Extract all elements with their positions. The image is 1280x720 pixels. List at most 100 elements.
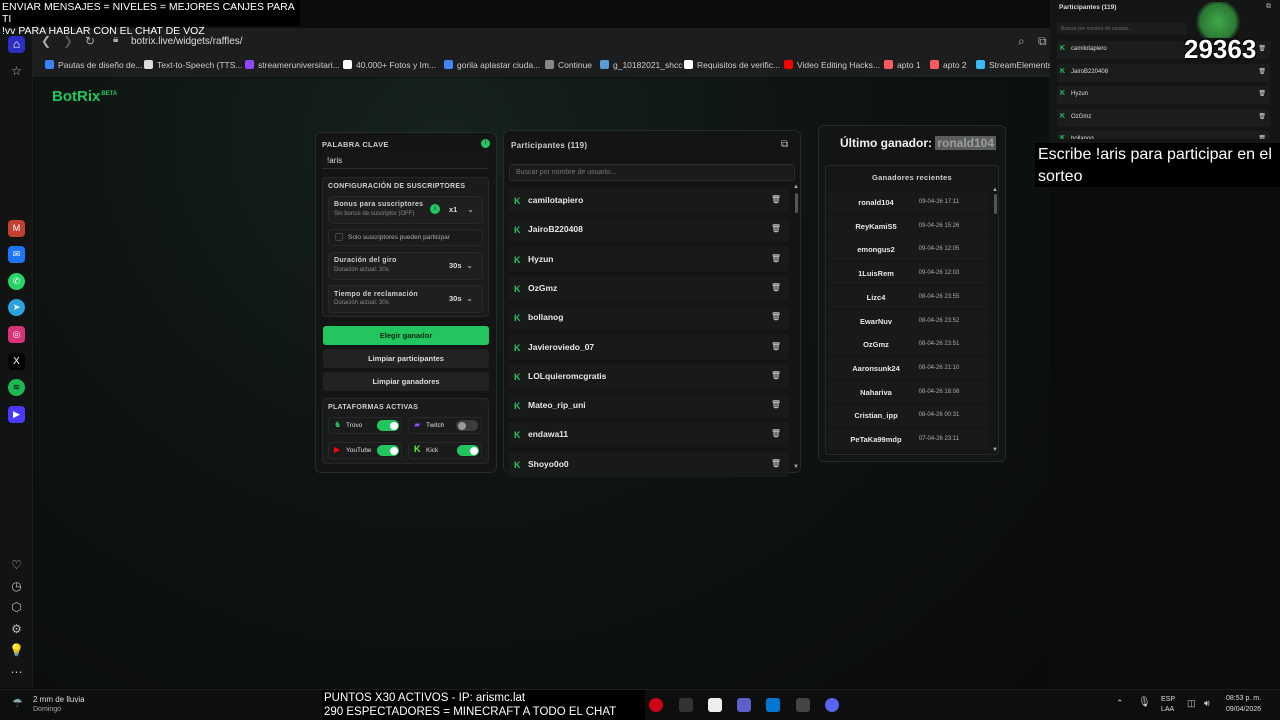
home-icon[interactable]: ⌂ [8,36,25,53]
network-icon[interactable]: ◫ [1187,698,1196,709]
teams-icon[interactable] [737,698,751,712]
winner-name: OzGmz [863,340,889,350]
rain-cloud-icon[interactable]: ☂ [12,696,23,710]
kick-toggle[interactable] [457,445,479,456]
bonus-select[interactable]: x1 ⌄ [445,203,477,216]
spin-select[interactable]: 30s ⌄ [445,259,477,272]
search-icon[interactable]: ⌕ [1018,34,1025,49]
winner-date: 08-04-26 18:08 [918,388,960,395]
bookmark-item[interactable]: Requisitos de verific... [684,60,780,70]
participant-row[interactable]: Kbollanog 🗑︎ [508,305,789,331]
more-icon[interactable]: ⋯ [8,664,25,681]
trash-icon[interactable]: 🗑︎ [771,283,781,292]
bonus-info-icon[interactable]: i [430,204,440,214]
spotify-icon[interactable]: ≋ [8,379,25,396]
trash-icon[interactable]: 🗑︎ [771,342,781,351]
bookmark-item[interactable]: gorila aplastar ciuda... [444,60,540,70]
bookmark-item[interactable]: Text-to-Speech (TTS... [144,60,243,70]
trash-icon[interactable]: 🗑︎ [771,195,781,204]
participant-row[interactable]: Kendawa11 🗑︎ [508,422,789,448]
bookmark-item[interactable]: streameruniversitari... [245,60,340,70]
participant-row[interactable]: K Mateo_rip_uni 🗑︎ [508,393,789,419]
copy-icon[interactable]: ⧉ [781,139,788,150]
discord-icon[interactable] [825,698,839,712]
winners-scroll-up-icon[interactable]: ▲ [992,187,998,193]
bookmark-item[interactable]: 40.000+ Fotos y Im... [343,60,436,70]
settings-icon[interactable]: ⚙ [8,621,25,638]
overlay-participant-name: camilotapiero [1071,46,1107,52]
trash-icon[interactable]: 🗑︎ [771,429,781,438]
x-icon[interactable]: X [8,353,25,370]
scroll-down-icon[interactable]: ▼ [793,464,799,470]
botrix-logo[interactable]: BotRixBETA [52,88,117,105]
trash-icon[interactable]: 🗑︎ [771,312,781,321]
trash-icon[interactable]: 🗑︎ [771,254,781,263]
trash-icon[interactable]: 🗑︎ [771,371,781,380]
claim-label: Tiempo de reclamación [334,291,418,298]
pick-winner-button[interactable]: Elegir ganador [323,326,489,345]
history-icon[interactable]: ◷ [8,578,25,595]
bookmark-item[interactable]: apto 2 [930,60,967,70]
store-icon[interactable] [766,698,780,712]
winners-scroll-down-icon[interactable]: ▼ [992,447,998,453]
bookmark-item[interactable]: StreamElements [976,60,1052,70]
telegram-icon[interactable]: ➤ [8,299,25,316]
chevron-down-icon: ⌄ [466,294,473,303]
taskbar-app-icon[interactable] [796,698,810,712]
participant-row[interactable]: Kcamilotapiero 🗑︎ [508,188,789,213]
winners-scrollbar[interactable] [994,194,997,214]
volume-icon[interactable]: 🔊︎ [1204,698,1210,709]
clear-winners-button[interactable]: Limpiar ganadores [323,372,489,391]
claim-select[interactable]: 30s ⌄ [445,292,477,305]
participant-row[interactable]: K Hyzun 🗑︎ [508,246,789,272]
clock-time[interactable]: 08:53 p. m. [1226,695,1261,702]
participant-row[interactable]: K JairoB220408 🗑︎ [508,217,789,243]
instagram-icon[interactable]: ◎ [8,326,25,343]
twitch-toggle[interactable] [456,420,478,431]
bookmark-item[interactable]: apto 1 [884,60,921,70]
kick-icon: K [514,313,521,324]
gmail-icon[interactable]: M [8,220,25,237]
bulb-icon[interactable]: 💡 [8,642,25,659]
language-indicator[interactable]: ESP [1161,696,1175,703]
participants-scrollbar[interactable] [795,193,798,213]
trash-icon[interactable]: 🗑︎ [771,459,781,468]
twitch-icon: ▰ [414,420,421,429]
participant-row[interactable]: K LOLquieromcgratis 🗑︎ [508,363,789,389]
bookmark-item[interactable]: g_10182021_shcc [600,60,682,70]
youtube-toggle[interactable] [377,445,399,456]
microphone-icon[interactable]: 🎙︎ [1138,697,1151,708]
tray-chevron-icon[interactable]: ⌃ [1116,698,1124,709]
trovo-toggle[interactable] [377,420,399,431]
heart-icon[interactable]: ♡ [8,557,25,574]
winner-name: PeTaKa99mdp [850,435,902,444]
file-icon[interactable] [708,698,722,712]
participant-row[interactable]: K OzGmz 🗑︎ [508,275,789,301]
only-subs-checkbox[interactable] [335,233,343,241]
bookmark-item[interactable]: Continue [545,60,592,70]
whatsapp-icon[interactable]: ✆ [8,273,25,290]
player-icon[interactable]: ▶ [8,406,25,423]
clear-participants-button[interactable]: Limpiar participantes [323,349,489,368]
overlay-participant-name: OzGmz [1071,113,1092,120]
participants-search-input[interactable]: Buscar por nombre de usuario... [509,164,795,181]
opera-icon[interactable] [649,698,663,712]
trash-icon[interactable]: 🗑︎ [771,224,781,233]
participant-row[interactable]: K Shoyo0o0 🗑︎ [508,451,789,477]
url-field[interactable]: botrix.live/widgets/raffles/ [131,36,243,47]
spin-label: Duración del giro [334,257,397,264]
overlay-copy-icon: ⧉ [1266,3,1271,10]
participant-row[interactable]: K Javieroviedo_07 🗑︎ [508,334,789,360]
cube-icon[interactable]: ⬡ [8,599,25,616]
extension-icon[interactable]: ⧉ [1038,34,1047,49]
info-icon[interactable]: i [481,139,490,148]
chevron-down-icon: ⌄ [466,261,473,270]
bookmark-item[interactable]: Pautas de diseño de... [45,60,143,70]
messenger-icon[interactable]: ✉ [8,246,25,263]
scroll-up-icon[interactable]: ▲ [793,184,799,190]
bookmark-item[interactable]: Video Editing Hacks... [784,60,880,70]
taskbar-app-icon[interactable] [679,698,693,712]
trash-icon[interactable]: 🗑︎ [771,400,781,409]
star-icon[interactable]: ☆ [8,63,25,80]
keyword-input[interactable]: !aris [322,151,489,169]
